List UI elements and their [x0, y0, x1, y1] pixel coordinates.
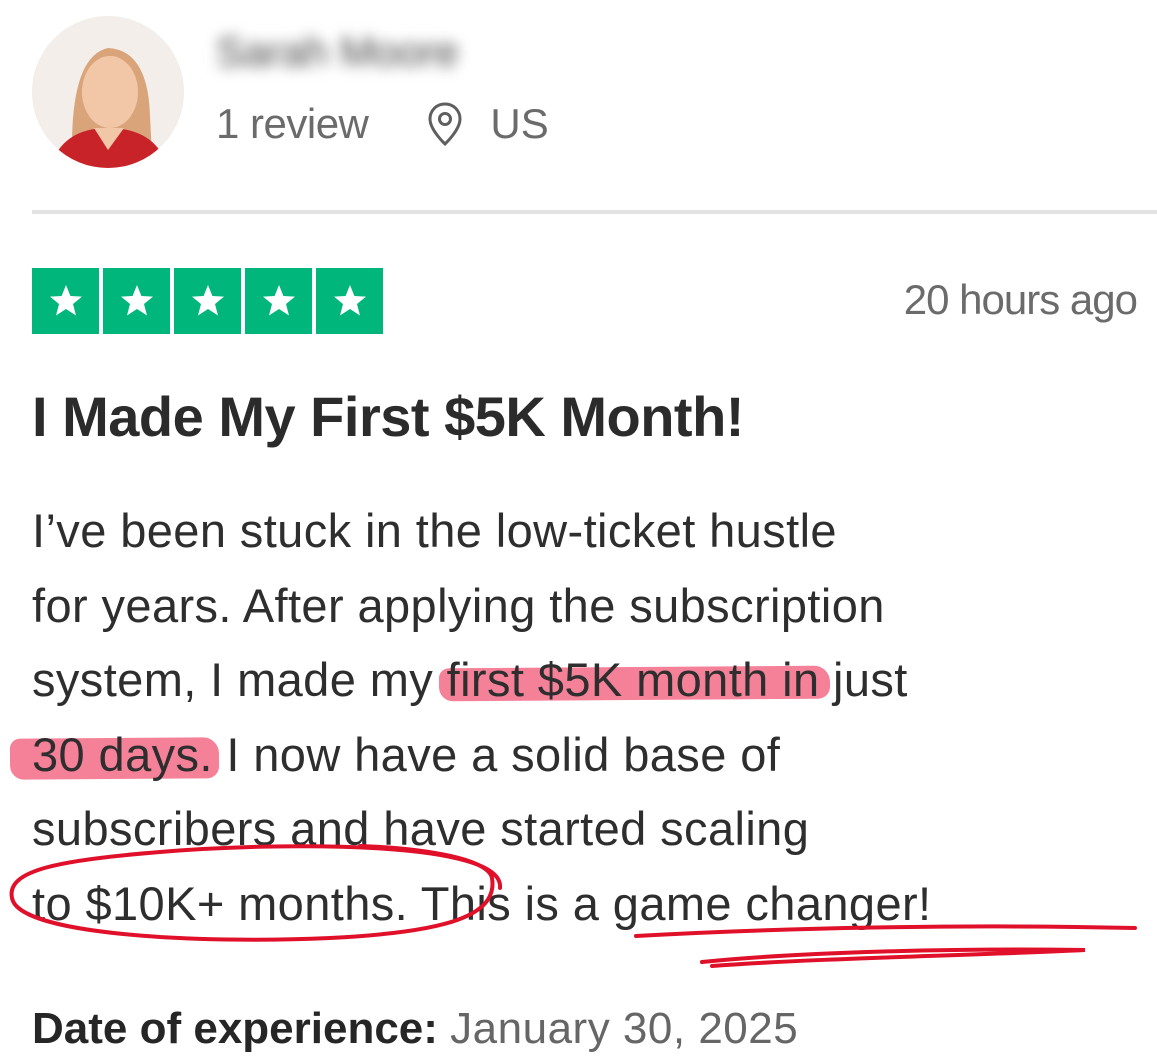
divider [32, 210, 1157, 214]
review-line: to $10K+ months. This is a game changer! [32, 867, 1157, 942]
review-line: for years. After applying the subscripti… [32, 569, 1157, 644]
star-icon [316, 268, 383, 334]
review-line: I’ve been stuck in the low-ticket hustle [32, 494, 1157, 569]
review-text: system, I made my [32, 653, 447, 706]
review-text: I now have a solid base of [212, 727, 781, 781]
highlighted-text: first $5K month in [446, 653, 820, 706]
review-line: subscribers and have started scaling [32, 792, 1157, 867]
review-line: system, I made my first $5K month in jus… [32, 643, 1157, 718]
date-of-experience: Date of experience: January 30, 2025 [32, 1004, 798, 1054]
review-body: I’ve been stuck in the low-ticket hustle… [32, 494, 1157, 941]
review-time: 20 hours ago [903, 276, 1138, 323]
review-text: subscribers and have started scaling [32, 802, 810, 855]
experience-label: Date of experience: [32, 1004, 438, 1053]
review-text: just [819, 653, 908, 706]
review-line: 30 days. I now have a solid base of [32, 718, 1157, 793]
circled-text: to $10K+ months. [32, 876, 409, 930]
location-pin-icon [426, 101, 464, 147]
star-icon [103, 268, 170, 334]
reviewer-name[interactable]: Sarah Moore [216, 26, 506, 78]
reviewer-meta: 1 review US [216, 96, 549, 152]
underline-annotation [700, 947, 1086, 968]
review-count: 1 review [216, 100, 369, 147]
star-icon [174, 268, 241, 334]
avatar[interactable] [32, 16, 184, 168]
underlined-text: This is a game changer! [408, 876, 932, 930]
review-text: for years. After applying the subscripti… [32, 578, 885, 632]
reviewer-country: US [490, 100, 549, 147]
star-rating [32, 268, 383, 334]
highlighted-text: 30 days. [32, 727, 213, 781]
experience-date: January 30, 2025 [450, 1004, 799, 1053]
star-icon [32, 268, 99, 334]
review-title[interactable]: I Made My First $5K Month! [32, 384, 744, 449]
review-text: I’ve been stuck in the low-ticket hustle [32, 504, 837, 557]
star-icon [245, 268, 312, 334]
